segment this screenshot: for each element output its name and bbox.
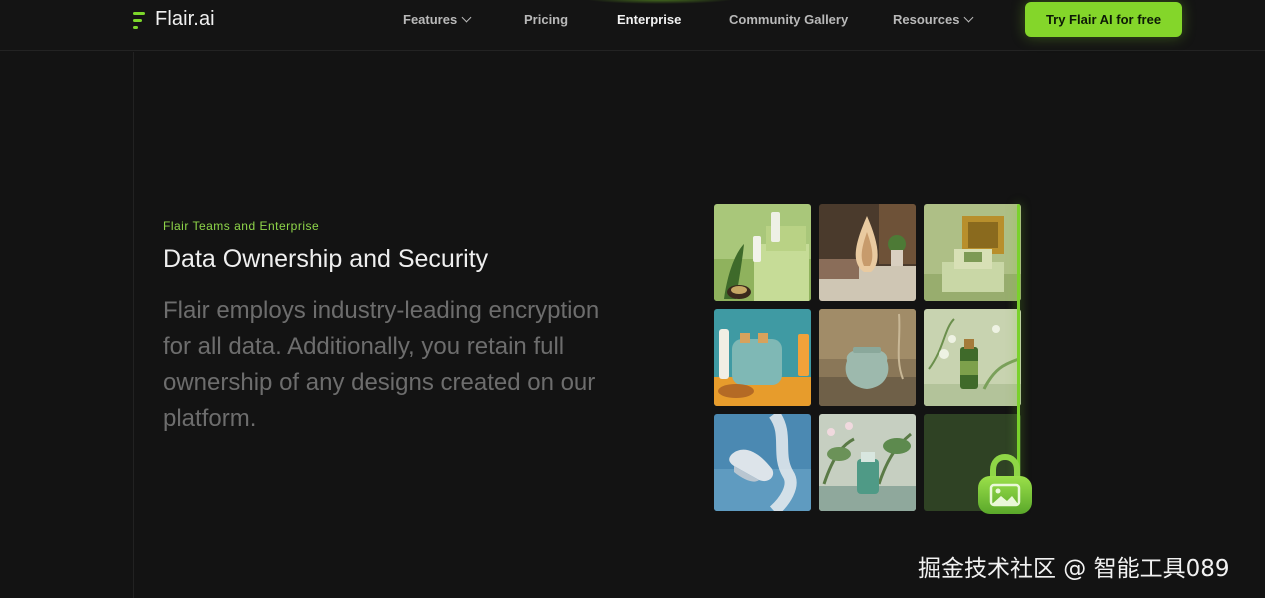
gallery-tile-gold-box — [924, 204, 1021, 301]
nav-link-enterprise[interactable]: Enterprise — [617, 12, 681, 27]
logo[interactable]: Flair.ai — [133, 8, 215, 31]
nav-link-label: Features — [403, 12, 458, 27]
nav-glow — [585, 0, 735, 4]
logo-text: Flair.ai — [155, 8, 215, 30]
gallery-tile-plants — [819, 414, 916, 511]
section-description: Flair employs industry-leading encryptio… — [163, 297, 600, 432]
section-eyebrow: Flair Teams and Enterprise — [163, 219, 320, 233]
lock-image-icon — [976, 452, 1034, 517]
nav-link-community-gallery[interactable]: Community Gallery — [729, 12, 848, 27]
gallery-tile-jar — [819, 309, 916, 406]
nav-link-resources[interactable]: Resources — [893, 12, 974, 27]
nav-link-features[interactable]: Features — [403, 12, 472, 27]
try-flair-button[interactable]: Try Flair AI for free — [1025, 2, 1182, 37]
nav-link-label: Community Gallery — [729, 12, 849, 27]
divider-line — [133, 52, 134, 598]
top-navbar: Flair.ai Features Pricing Enterprise Com… — [0, 0, 1265, 51]
nav-link-label: Pricing — [524, 12, 569, 27]
nav-link-label: Resources — [893, 12, 960, 27]
chevron-down-icon — [461, 12, 472, 23]
gallery-tile-sculpture — [819, 204, 916, 301]
gallery-tile-green-bottle — [924, 309, 1021, 406]
gallery-tile-toaster — [714, 309, 811, 406]
section-title: Data Ownership and Security — [163, 245, 489, 273]
watermark-text: 掘金技术社区 @ 智能工具089 — [918, 556, 1230, 582]
gallery-tile-skincare — [714, 204, 811, 301]
gallery-tile-sneaker — [714, 414, 811, 511]
chevron-down-icon — [964, 12, 974, 23]
nav-link-pricing[interactable]: Pricing — [524, 12, 568, 27]
flair-logo-icon — [133, 10, 147, 30]
nav-link-label: Enterprise — [617, 12, 682, 27]
